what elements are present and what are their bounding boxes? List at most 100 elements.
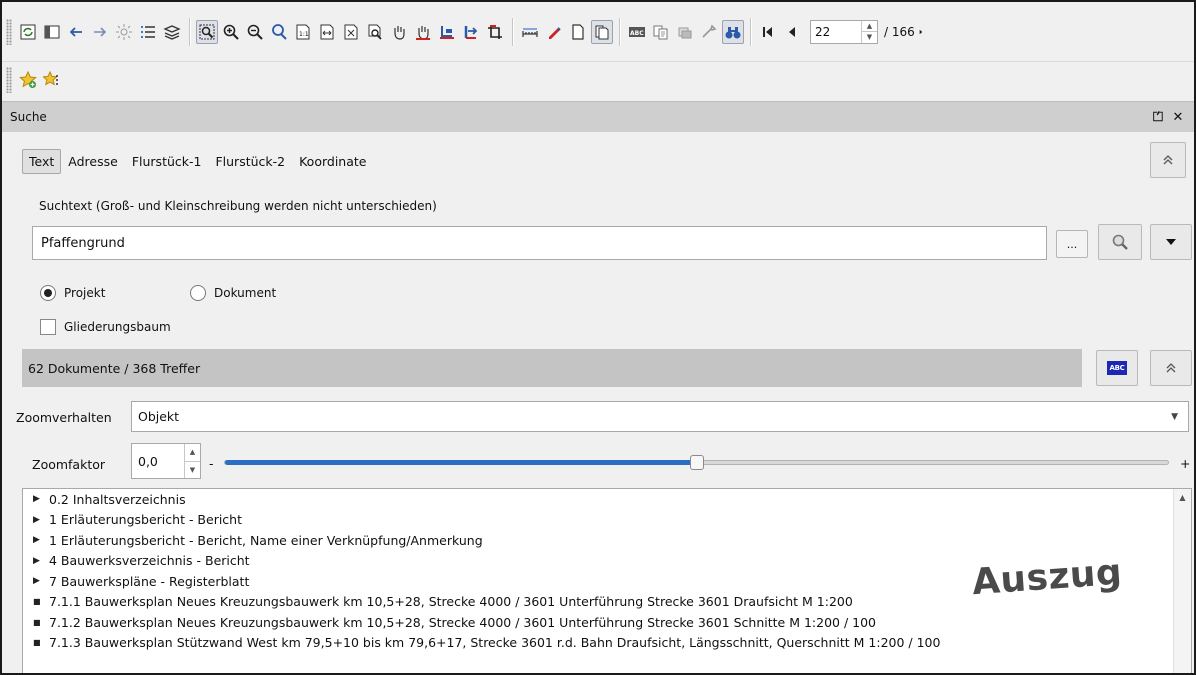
page-number-spinbox[interactable]: 22 ▲ ▼ bbox=[810, 19, 878, 44]
next-page-icon[interactable] bbox=[916, 20, 926, 44]
triangle-down-icon bbox=[1166, 239, 1176, 245]
expand-arrow-icon[interactable]: ▶ bbox=[33, 494, 49, 504]
tree-item-label: 7.1.1 Bauwerksplan Neues Kreuzungsbauwer… bbox=[49, 594, 853, 610]
measure-icon[interactable] bbox=[519, 20, 541, 44]
gliederung-checkbox[interactable] bbox=[40, 319, 56, 335]
zoom-mode-value: Objekt bbox=[138, 409, 180, 424]
scope-projekt[interactable]: Projekt bbox=[40, 285, 105, 301]
tools-icon[interactable] bbox=[698, 20, 720, 44]
add-favorite-star-icon[interactable] bbox=[17, 68, 39, 92]
page-number-value[interactable]: 22 bbox=[811, 21, 861, 43]
tab-flurstueck-2[interactable]: Flurstück-2 bbox=[208, 149, 292, 174]
svg-text:ABC: ABC bbox=[630, 30, 644, 37]
zoom-factor-value[interactable]: 0,0 bbox=[132, 444, 184, 478]
binoculars-icon[interactable] bbox=[722, 19, 744, 44]
search-icon bbox=[1112, 234, 1128, 250]
favorites-toolbar bbox=[2, 62, 1194, 98]
spin-down-icon[interactable]: ▼ bbox=[185, 460, 200, 479]
arrow-forward-icon[interactable] bbox=[89, 20, 111, 44]
spin-down-icon[interactable]: ▼ bbox=[862, 31, 877, 43]
collapse-results-button[interactable] bbox=[1150, 350, 1192, 386]
tree-item-label: 1 Erläuterungsbericht - Bericht, Name ei… bbox=[49, 532, 483, 548]
tree-leaf[interactable]: ■ 7.1.3 Bauwerksplan Stützwand West km 79… bbox=[23, 633, 1191, 654]
scroll-up-icon[interactable]: ▲ bbox=[1174, 489, 1191, 505]
copy-pages-icon[interactable] bbox=[650, 20, 672, 44]
zoom-slider-handle[interactable] bbox=[690, 455, 704, 470]
zoom-in-icon[interactable] bbox=[220, 20, 242, 44]
bullet-square-icon: ■ bbox=[33, 638, 41, 648]
pan-hand-icon[interactable] bbox=[388, 20, 410, 44]
favorite-list-star-icon[interactable] bbox=[41, 68, 63, 92]
zoom-reset-icon[interactable] bbox=[268, 20, 290, 44]
expand-arrow-icon[interactable]: ▶ bbox=[33, 535, 49, 545]
double-page-icon[interactable] bbox=[591, 19, 613, 44]
collapse-tabs-button[interactable] bbox=[1150, 142, 1186, 178]
close-icon[interactable]: ✕ bbox=[1170, 110, 1186, 125]
spin-up-icon[interactable]: ▲ bbox=[185, 444, 200, 461]
expand-arrow-icon[interactable]: ▶ bbox=[33, 515, 49, 525]
tab-flurstueck-1[interactable]: Flurstück-1 bbox=[125, 149, 209, 174]
zoom-out-icon[interactable] bbox=[244, 20, 266, 44]
tree-node[interactable]: ▶ 0.2 Inhaltsverzeichnis bbox=[23, 489, 1191, 510]
tree-scrollbar[interactable]: ▲ bbox=[1173, 489, 1191, 673]
radio-projekt[interactable] bbox=[40, 285, 56, 301]
float-window-icon[interactable]: ⏍ bbox=[1150, 110, 1166, 125]
chevron-down-icon: ▼ bbox=[1171, 412, 1178, 422]
zoom-area-icon[interactable] bbox=[196, 19, 218, 44]
first-page-icon[interactable] bbox=[757, 20, 779, 44]
tree-item-label: 7.1.3 Bauwerksplan Stützwand West km 79,… bbox=[49, 635, 941, 651]
search-dropdown-button[interactable] bbox=[1150, 224, 1192, 260]
radio-dokument[interactable] bbox=[190, 285, 206, 301]
fit-page-icon[interactable] bbox=[340, 20, 362, 44]
crop-icon[interactable] bbox=[484, 20, 506, 44]
align-bottom-icon[interactable] bbox=[436, 20, 458, 44]
pan-hand-red-icon[interactable] bbox=[412, 20, 434, 44]
single-page-icon[interactable] bbox=[567, 20, 589, 44]
more-options-button[interactable]: ... bbox=[1056, 230, 1088, 258]
tree-leaf[interactable]: ■ 7.1.2 Bauwerksplan Neues Kreuzungsbauwe… bbox=[23, 612, 1191, 633]
spin-up-icon[interactable]: ▲ bbox=[862, 21, 877, 32]
layers-icon[interactable] bbox=[161, 20, 183, 44]
sync-icon[interactable] bbox=[17, 20, 39, 44]
results-summary-bar: 62 Dokumente / 368 Treffer bbox=[22, 349, 1082, 387]
ocr-abc-icon[interactable]: ABC bbox=[626, 20, 648, 44]
highlight-abc-button[interactable]: ABC bbox=[1096, 350, 1138, 386]
zoom-mode-select[interactable]: Objekt ▼ bbox=[131, 401, 1189, 432]
scope-projekt-label: Projekt bbox=[64, 286, 106, 300]
results-summary: 62 Dokumente / 368 Treffer bbox=[28, 360, 201, 376]
actual-size-icon[interactable]: 1:1 bbox=[292, 20, 314, 44]
gliederung-option[interactable]: Gliederungsbaum bbox=[40, 319, 171, 335]
expand-arrow-icon[interactable]: ▶ bbox=[33, 576, 49, 586]
tree-item-label: 7.1.2 Bauwerksplan Neues Kreuzungsbauwer… bbox=[49, 614, 877, 630]
search-tabs: Text Adresse Flurstück-1 Flurstück-2 Koo… bbox=[22, 149, 373, 174]
bullet-square-icon: ■ bbox=[33, 597, 41, 607]
search-input[interactable]: Pfaffengrund bbox=[32, 226, 1047, 260]
fit-width-icon[interactable] bbox=[316, 20, 338, 44]
search-page-icon[interactable] bbox=[364, 20, 386, 44]
arrow-back-icon[interactable] bbox=[65, 20, 87, 44]
zoom-mode-label: Zoomverhalten bbox=[16, 410, 112, 425]
tab-koordinate[interactable]: Koordinate bbox=[292, 149, 373, 174]
tree-node[interactable]: ▶ 1 Erläuterungsbericht - Bericht, Name e… bbox=[23, 530, 1191, 551]
prev-page-icon[interactable] bbox=[781, 20, 803, 44]
list-icon[interactable] bbox=[137, 20, 159, 44]
search-button[interactable] bbox=[1098, 224, 1142, 260]
tree-item-label: 4 Bauwerksverzeichnis - Bericht bbox=[49, 553, 250, 569]
chevron-double-up-icon bbox=[1163, 155, 1173, 165]
toolbar-grip[interactable] bbox=[6, 18, 12, 45]
brightness-icon[interactable] bbox=[113, 20, 135, 44]
scope-dokument[interactable]: Dokument bbox=[190, 285, 276, 301]
align-right-icon[interactable] bbox=[460, 20, 482, 44]
zoom-factor-spinbox[interactable]: 0,0 ▲ ▼ bbox=[131, 443, 201, 479]
stack-icon[interactable] bbox=[674, 20, 696, 44]
tab-text[interactable]: Text bbox=[22, 149, 62, 174]
tab-adresse[interactable]: Adresse bbox=[61, 149, 125, 174]
page-total: / 166 bbox=[884, 24, 915, 39]
tree-node[interactable]: ▶ 1 Erläuterungsbericht - Bericht bbox=[23, 510, 1191, 531]
toolbar-grip[interactable] bbox=[6, 67, 12, 93]
zoom-slider[interactable] bbox=[224, 455, 1169, 470]
zoom-minus-label: - bbox=[209, 456, 214, 471]
expand-arrow-icon[interactable]: ▶ bbox=[33, 556, 49, 566]
panel-toggle-icon[interactable] bbox=[41, 20, 63, 44]
pen-icon[interactable] bbox=[543, 20, 565, 44]
